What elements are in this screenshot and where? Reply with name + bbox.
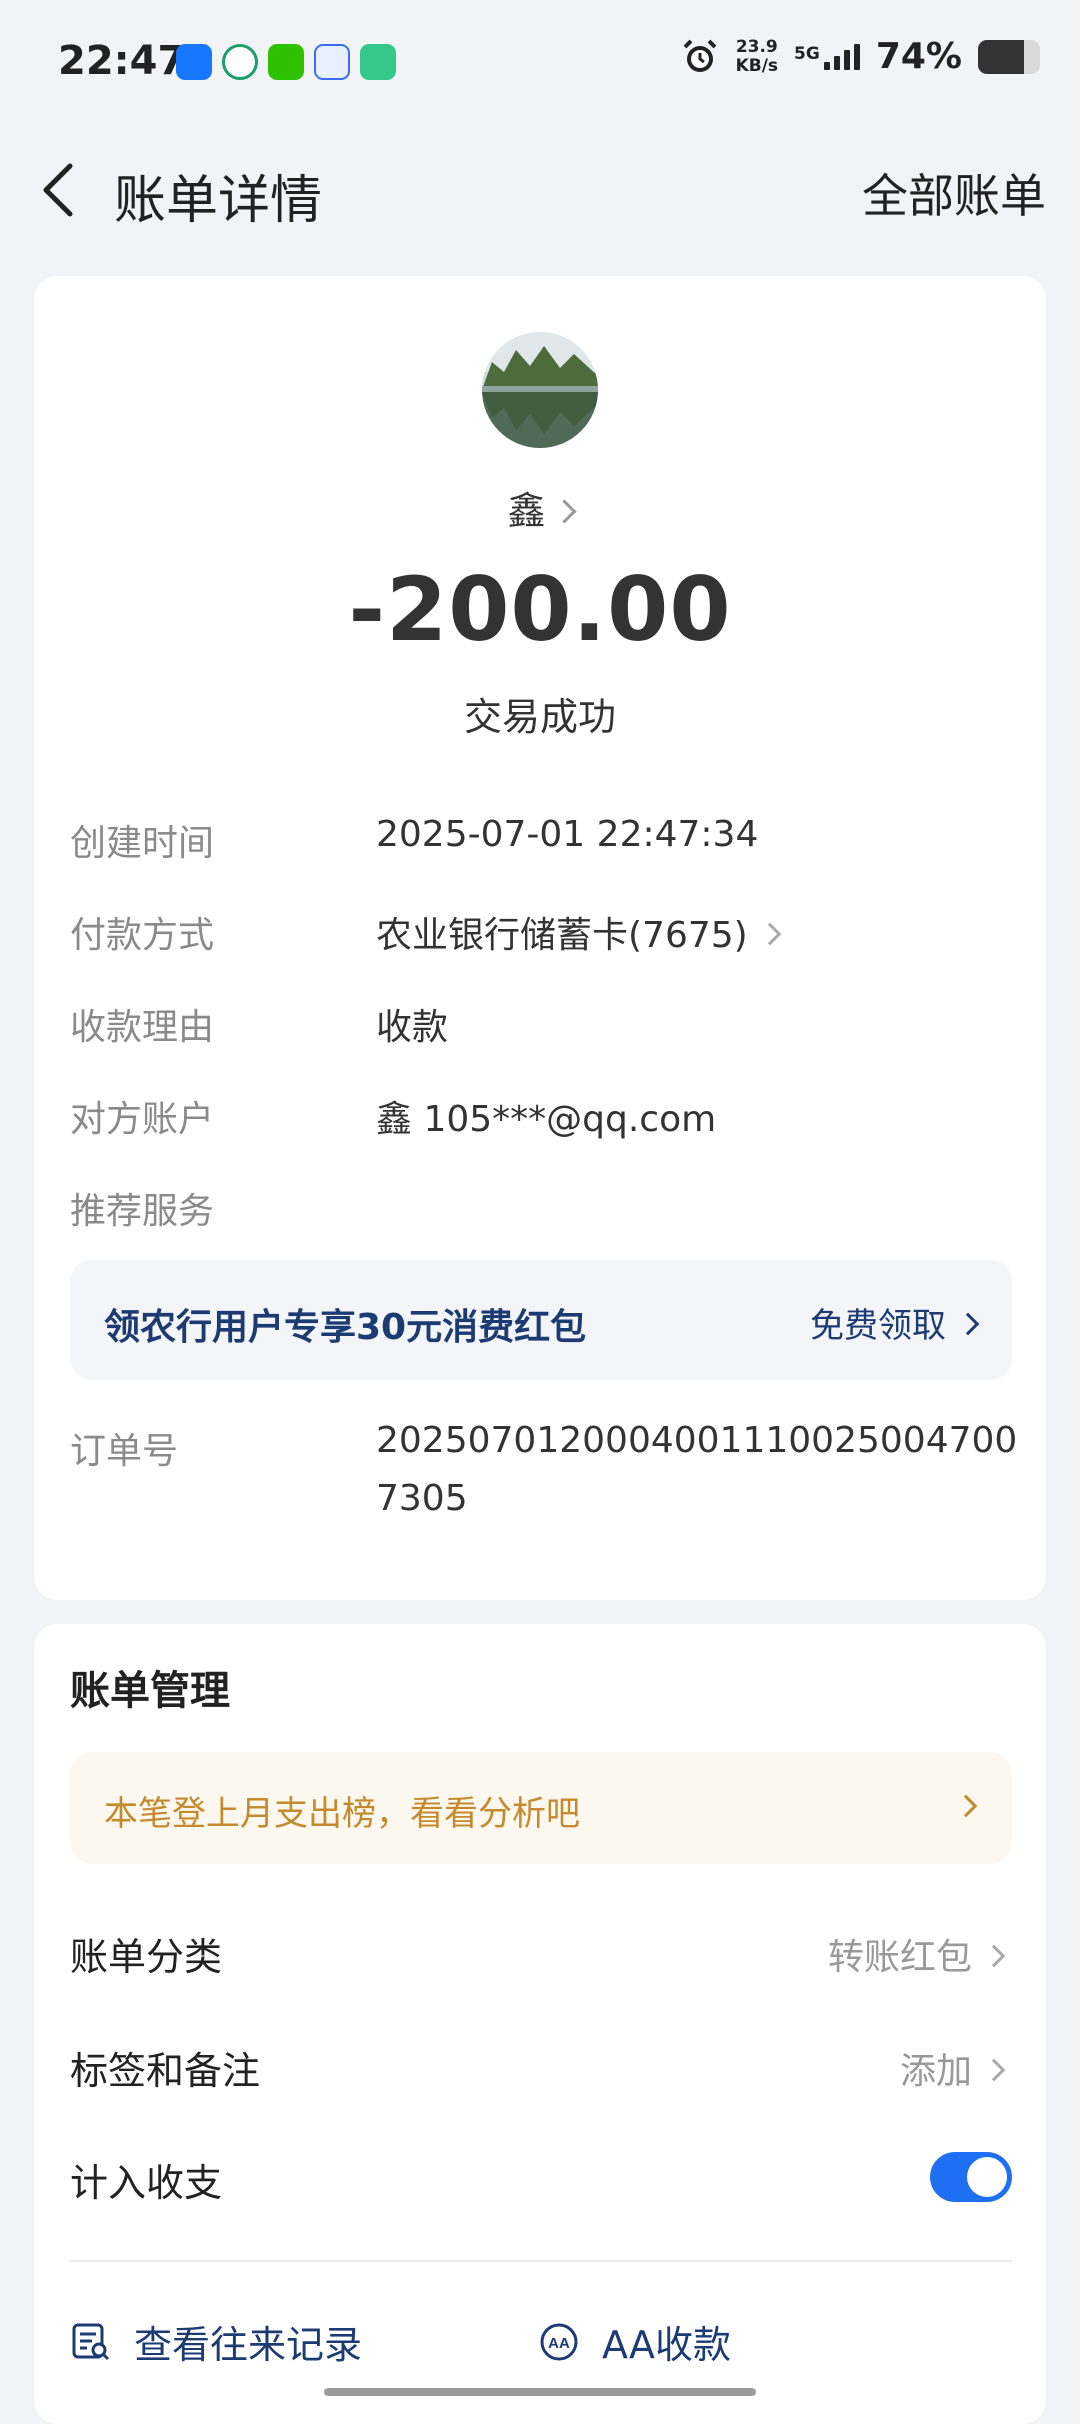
payee-name-row[interactable]: 鑫 [34,480,1046,535]
alarm-icon [683,39,716,72]
nav-header: 账单详情 全部账单 [0,130,1080,250]
all-bills-link[interactable]: 全部账单 [862,160,1046,226]
sms-app-icon [314,44,350,80]
svg-text:AA: AA [548,2335,570,2352]
wechat-icon [268,44,304,80]
battery-icon [978,39,1040,74]
alipay-icon [176,44,212,80]
transaction-status: 交易成功 [463,695,616,739]
transaction-card: 鑫 -200.00 交易成功 创建时间 2025-07-01 22:47:34 … [34,276,1046,1600]
chevron-right-icon [551,499,577,524]
avatar[interactable] [482,332,598,448]
analysis-tip-banner[interactable]: 本笔登上月支出榜，看看分析吧 [70,1752,1012,1864]
status-bar: 22:47 23.9 KB/s 5G 74% [0,0,1080,120]
chevron-right-icon [956,1312,980,1336]
bill-category-row[interactable]: 账单分类 转账红包 [70,1916,1012,1986]
transaction-amount: -200.00 [348,558,732,661]
signal-bars-icon [823,43,860,70]
promo-banner[interactable]: 领农行用户专享30元消费红包 免费领取 [70,1260,1012,1380]
aa-icon: AA [540,2323,578,2360]
promo-text: 领农行用户专享30元消费红包 [104,1307,587,1348]
back-arrow-icon[interactable] [34,158,84,222]
net-speed: 23.9 KB/s [735,36,779,76]
aa-collect-button[interactable]: AA AA收款 [538,2314,731,2369]
home-indicator[interactable] [324,2388,756,2396]
promo-cta[interactable]: 免费领取 [810,1298,980,1347]
chevron-right-icon [982,2058,1006,2082]
abc-bank-icon [222,44,258,80]
section-title: 账单管理 [70,1668,230,1714]
view-records-button[interactable]: 查看往来记录 [70,2314,362,2369]
chevron-right-icon [982,1944,1006,1968]
chevron-right-icon [758,922,782,946]
include-in-stats-toggle[interactable] [930,2152,1012,2202]
page-title: 账单详情 [114,171,323,231]
payee-name: 鑫 [507,489,546,533]
status-time: 22:47 [58,38,186,84]
tags-notes-row[interactable]: 标签和备注 添加 [70,2030,1012,2100]
divider [70,2260,1012,2262]
bill-management-card: 账单管理 本笔登上月支出榜，看看分析吧 账单分类 转账红包 标签和备注 添加 计… [34,1624,1046,2424]
heart-app-icon [360,44,396,80]
chevron-right-icon [954,1794,978,1818]
records-icon [72,2323,110,2360]
signal-indicator: 5G [794,43,860,70]
include-in-stats-row: 计入收支 [70,2142,1012,2212]
notification-icons [176,44,396,80]
order-number: 20250701200040011100250047007305 [376,1420,1018,1519]
battery-percent: 74% [875,36,962,77]
